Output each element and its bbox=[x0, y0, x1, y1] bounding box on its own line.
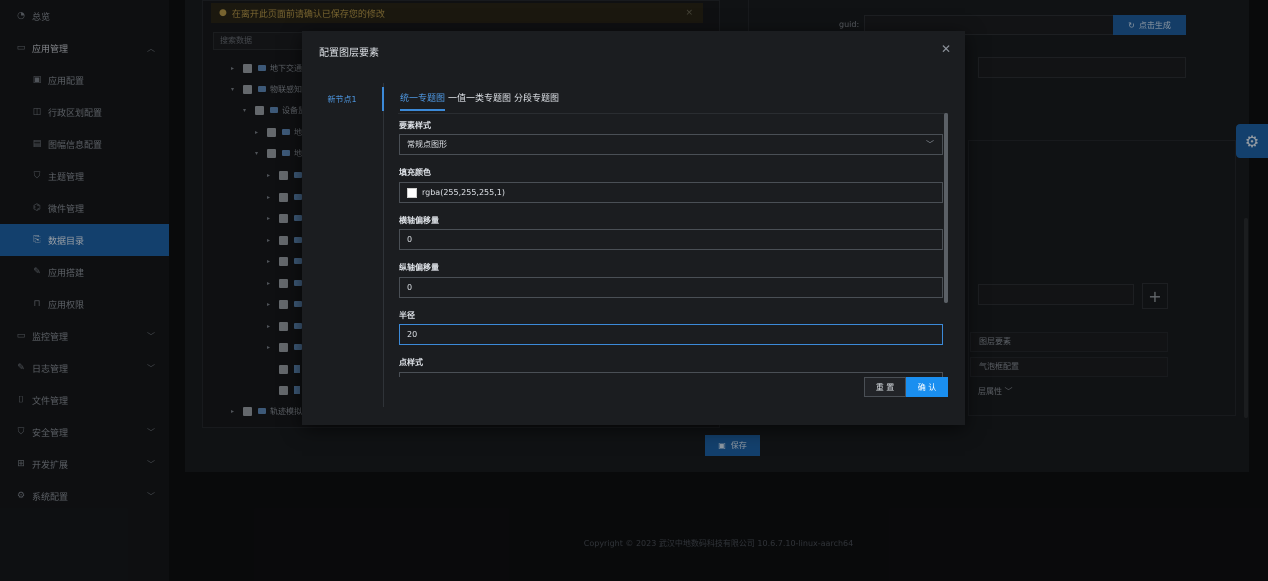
node-list: 新节点1 bbox=[302, 83, 384, 407]
offset-y-input[interactable]: 0 bbox=[399, 277, 943, 298]
fill-color-input[interactable]: rgba(255,255,255,1) bbox=[399, 182, 943, 203]
point-style-select[interactable] bbox=[399, 372, 943, 377]
node-item[interactable]: 新节点1 bbox=[302, 87, 384, 111]
radius-input[interactable]: 20 bbox=[399, 324, 943, 345]
tab-segment-theme[interactable]: 分段专题图 bbox=[514, 91, 559, 111]
offset-x-value: 0 bbox=[407, 235, 413, 244]
style-form: 要素样式 常规点图形 ﹀ 填充颜色 rgba(255,255,255,1) 横轴… bbox=[398, 113, 948, 377]
reset-button[interactable]: 重 置 bbox=[864, 377, 906, 397]
app-window: ◔ 总览 ▭ 应用管理 ︿ ▣ 应用配置 ◫ 行政区划配置 ▤ 图幅信息配置 ⛉… bbox=[0, 0, 1268, 581]
offset-y-value: 0 bbox=[407, 283, 413, 292]
chevron-down-icon: ﹀ bbox=[926, 140, 934, 149]
radius-value: 20 bbox=[407, 330, 418, 339]
style-select[interactable]: 常规点图形 ﹀ bbox=[399, 134, 943, 155]
close-icon[interactable]: ✕ bbox=[941, 42, 951, 56]
offset-x-input[interactable]: 0 bbox=[399, 229, 943, 250]
modal-title: 配置图层要素 bbox=[319, 48, 379, 59]
offset-x-label: 横轴偏移量 bbox=[399, 216, 439, 225]
fill-color-value: rgba(255,255,255,1) bbox=[422, 188, 505, 197]
form-scrollbar[interactable] bbox=[944, 113, 948, 303]
fill-color-label: 填充颜色 bbox=[399, 168, 431, 177]
style-value: 常规点图形 bbox=[407, 140, 447, 149]
confirm-button[interactable]: 确 认 bbox=[906, 377, 948, 397]
radius-label: 半径 bbox=[399, 311, 415, 320]
color-swatch[interactable] bbox=[407, 187, 417, 198]
tab-unified-theme[interactable]: 统一专题图 bbox=[400, 91, 446, 111]
point-style-label: 点样式 bbox=[399, 358, 423, 367]
offset-y-label: 纵轴偏移量 bbox=[399, 263, 439, 272]
config-layer-modal: 配置图层要素 ✕ 新节点1 统一专题图 一值一类专题图 分段专题图 要素样式 常… bbox=[302, 31, 965, 425]
theme-tabs: 统一专题图 一值一类专题图 分段专题图 bbox=[400, 91, 562, 111]
tab-unique-value-theme[interactable]: 一值一类专题图 bbox=[448, 91, 511, 111]
style-label: 要素样式 bbox=[399, 121, 431, 130]
